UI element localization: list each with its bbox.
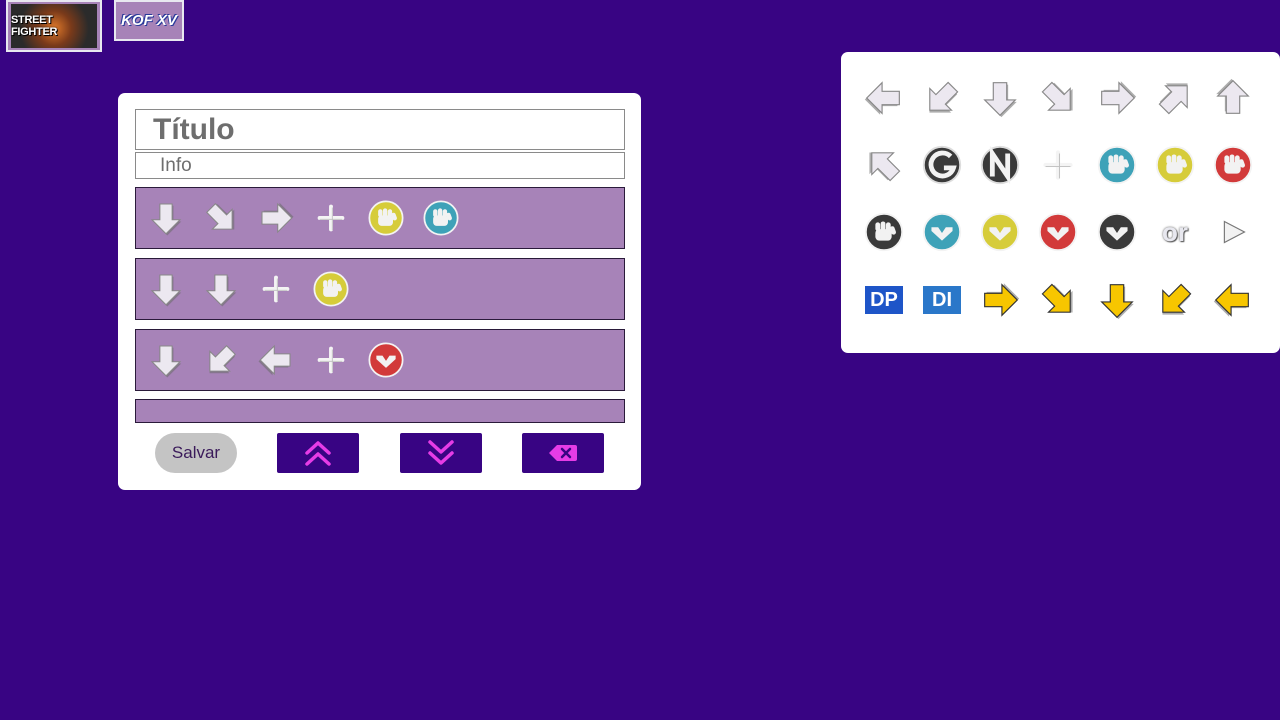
- punch-yellow-icon: [1152, 142, 1198, 188]
- palette-item-kick-yellow[interactable]: [976, 208, 1024, 256]
- arrow-down-icon: [145, 268, 187, 310]
- palette-item-kick-red[interactable]: [1034, 208, 1082, 256]
- icon-n-icon: [977, 142, 1023, 188]
- palette-item-yarrow-down-left[interactable]: [1151, 276, 1199, 324]
- palette-item-dp[interactable]: DP: [860, 276, 908, 324]
- dp-icon: DP: [865, 286, 903, 314]
- palette-item-yarrow-down[interactable]: [1093, 276, 1141, 324]
- palette-item-arrow-left[interactable]: [860, 74, 908, 122]
- kick-yellow-icon: [977, 209, 1023, 255]
- double-chevron-down-icon: [428, 440, 454, 465]
- palette-item-plus[interactable]: [1034, 141, 1082, 189]
- play-icon: [1210, 209, 1256, 255]
- yarrow-down-left-icon: [1152, 277, 1198, 323]
- palette-item-punch-blue[interactable]: [1093, 141, 1141, 189]
- arrow-down-right-icon: [200, 197, 242, 239]
- arrow-up-left-icon: [861, 142, 907, 188]
- palette-item-arrow-right[interactable]: [1093, 74, 1141, 122]
- arrow-down-left-icon: [919, 75, 965, 121]
- palette-item-icon-g[interactable]: [918, 141, 966, 189]
- arrow-down-right-icon: [1035, 75, 1081, 121]
- yarrow-right-icon: [977, 277, 1023, 323]
- combo-row[interactable]: [135, 329, 625, 391]
- plus-icon: [310, 339, 352, 381]
- arrow-down-icon: [200, 268, 242, 310]
- palette-item-yarrow-right[interactable]: [976, 276, 1024, 324]
- save-button[interactable]: Salvar: [155, 433, 237, 473]
- plus-icon: [255, 268, 297, 310]
- combo-row[interactable]: [135, 399, 625, 423]
- double-chevron-up-icon: [305, 441, 331, 466]
- move-up-button[interactable]: [277, 433, 359, 473]
- yarrow-down-icon: [1094, 277, 1140, 323]
- palette-item-punch-red[interactable]: [1209, 141, 1257, 189]
- arrow-up-icon: [1210, 75, 1256, 121]
- arrow-right-icon: [255, 197, 297, 239]
- kick-black-icon: [1094, 209, 1140, 255]
- punch-blue-icon: [420, 197, 462, 239]
- game-tab-street-fighter[interactable]: STREET FIGHTER: [6, 0, 102, 52]
- yarrow-down-right-icon: [1035, 277, 1081, 323]
- arrow-down-icon: [977, 75, 1023, 121]
- combo-row[interactable]: [135, 187, 625, 249]
- palette-item-kick-black[interactable]: [1093, 208, 1141, 256]
- punch-yellow-icon: [310, 268, 352, 310]
- or-text: or: [1162, 216, 1188, 247]
- palette-item-yarrow-down-right[interactable]: [1034, 276, 1082, 324]
- kof-logo: KOF XV: [121, 12, 177, 29]
- arrow-right-icon: [1094, 75, 1140, 121]
- plus-icon: [310, 197, 352, 239]
- street-fighter-logo: STREET FIGHTER: [11, 4, 97, 48]
- kick-red-icon: [1035, 209, 1081, 255]
- palette-item-di[interactable]: DI: [918, 276, 966, 324]
- arrow-up-right-icon: [1152, 75, 1198, 121]
- title-input[interactable]: [135, 109, 625, 150]
- yarrow-left-icon: [1210, 277, 1256, 323]
- palette-item-play[interactable]: [1209, 208, 1257, 256]
- punch-red-icon: [1210, 142, 1256, 188]
- icon-g-icon: [919, 142, 965, 188]
- combo-row[interactable]: [135, 258, 625, 320]
- arrow-down-icon: [145, 197, 187, 239]
- palette-item-icon-n[interactable]: [976, 141, 1024, 189]
- palette-item-arrow-up[interactable]: [1209, 74, 1257, 122]
- punch-yellow-icon: [365, 197, 407, 239]
- arrow-left-icon: [255, 339, 297, 381]
- delete-button[interactable]: [522, 433, 604, 473]
- arrow-down-left-icon: [200, 339, 242, 381]
- arrow-down-icon: [145, 339, 187, 381]
- kick-red-icon: [365, 339, 407, 381]
- palette-item-punch-yellow[interactable]: [1151, 141, 1199, 189]
- kick-blue-icon: [919, 209, 965, 255]
- icon-palette: or DP DI: [841, 52, 1280, 353]
- palette-item-punch-black[interactable]: [860, 208, 908, 256]
- palette-item-arrow-up-right[interactable]: [1151, 74, 1199, 122]
- combo-editor-panel: Salvar: [118, 93, 641, 490]
- backspace-icon: [549, 445, 577, 461]
- palette-item-arrow-down-right[interactable]: [1034, 74, 1082, 122]
- punch-blue-icon: [1094, 142, 1140, 188]
- game-tab-kof[interactable]: KOF XV: [114, 0, 184, 41]
- palette-item-arrow-down[interactable]: [976, 74, 1024, 122]
- palette-item-arrow-down-left[interactable]: [918, 74, 966, 122]
- arrow-left-icon: [861, 75, 907, 121]
- palette-item-or[interactable]: or: [1151, 208, 1199, 256]
- di-icon: DI: [923, 286, 961, 314]
- move-down-button[interactable]: [400, 433, 482, 473]
- info-input[interactable]: [135, 152, 625, 179]
- punch-black-icon: [861, 209, 907, 255]
- plus-icon: [1035, 142, 1081, 188]
- palette-item-arrow-up-left[interactable]: [860, 141, 908, 189]
- palette-item-kick-blue[interactable]: [918, 208, 966, 256]
- palette-item-yarrow-left[interactable]: [1209, 276, 1257, 324]
